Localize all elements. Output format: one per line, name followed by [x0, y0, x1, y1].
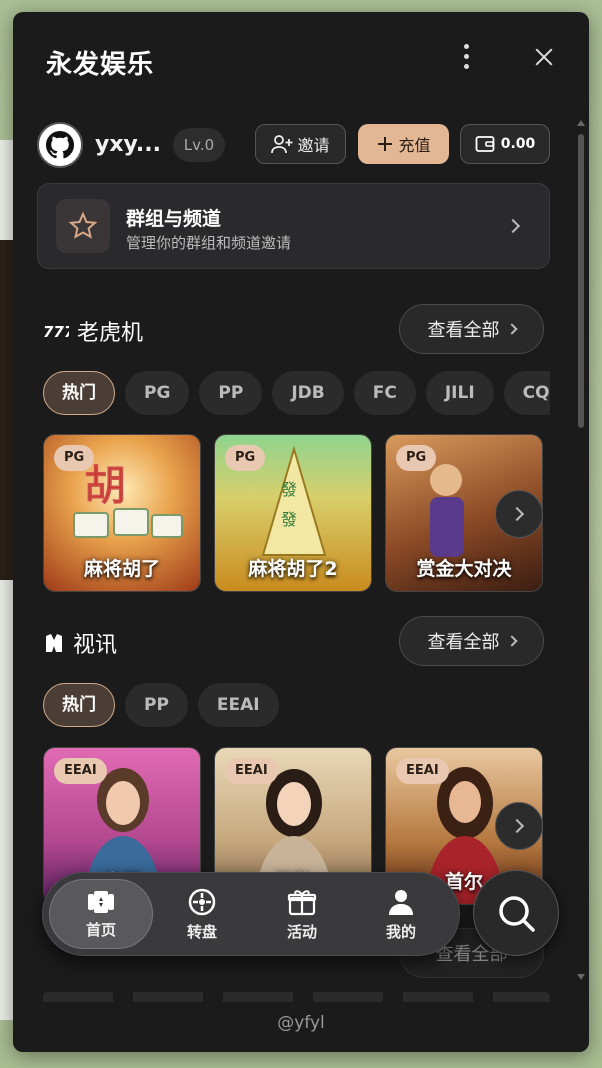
game-name: 赏金大对决 — [416, 558, 512, 580]
spin-wheel-icon — [188, 888, 216, 915]
more-dot-icon — [464, 54, 469, 59]
svg-text:發: 發 — [281, 510, 297, 529]
provider-tag: PG — [225, 445, 266, 471]
username: yxy... — [95, 132, 161, 157]
add-user-icon — [271, 135, 293, 154]
slot-777-icon: 777 — [43, 323, 69, 340]
slots-title: 老虎机 — [77, 321, 144, 346]
chevron-right-icon — [505, 635, 518, 647]
plus-icon — [378, 137, 393, 151]
game-card[interactable]: 發 發 PG 麻将胡了2 — [214, 434, 372, 592]
app-title: 永发娱乐 — [46, 50, 155, 80]
more-options-button[interactable] — [453, 42, 479, 72]
tab-eeai[interactable]: EEAI — [197, 683, 279, 727]
recharge-button[interactable]: 充值 — [358, 124, 449, 164]
chevron-right-icon — [505, 323, 518, 335]
search-icon — [499, 896, 535, 932]
panel-header: 永发娱乐 — [13, 12, 589, 107]
slots-games-row: 胡 PG 麻将胡了 發 發 PG 麻将胡了2 PG 赏金大对决 — [43, 434, 550, 592]
footer-handle: @yfyl — [13, 1002, 589, 1052]
nav-wheel[interactable]: 转盘 — [150, 879, 254, 949]
provider-tag: PG — [396, 445, 437, 471]
nav-wheel-label: 转盘 — [186, 922, 217, 941]
slots-view-all-button[interactable]: 查看全部 — [399, 304, 544, 354]
nav-events-label: 活动 — [286, 922, 317, 941]
avatar[interactable] — [37, 122, 83, 168]
nav-profile[interactable]: 我的 — [349, 879, 453, 949]
search-button[interactable] — [473, 870, 559, 956]
view-all-label: 查看全部 — [427, 632, 500, 653]
bottom-navigation: 首页 转盘 活动 我的 — [42, 872, 460, 956]
live-title: 视讯 — [73, 633, 118, 658]
nav-profile-label: 我的 — [385, 922, 416, 941]
gift-icon — [287, 889, 317, 915]
invite-button[interactable]: 邀请 — [255, 124, 346, 164]
chevron-right-icon — [505, 218, 521, 234]
tab-hot[interactable]: 热门 — [43, 371, 115, 415]
invite-label: 邀请 — [297, 136, 330, 155]
section3-tabs-partial — [43, 992, 550, 1002]
nav-home-label: 首页 — [85, 920, 116, 939]
svg-text:發: 發 — [281, 480, 297, 499]
tab-cq[interactable]: CQ — [503, 371, 550, 415]
recharge-label: 充值 — [398, 136, 431, 155]
provider-tag: PG — [54, 445, 95, 471]
wallet-button[interactable]: 0.00 — [460, 124, 550, 164]
provider-tag: EEAI — [225, 758, 278, 784]
tab-hot[interactable]: 热门 — [43, 683, 115, 727]
star-badge-icon — [56, 199, 110, 253]
tab-fc[interactable]: FC — [353, 371, 416, 415]
content-scroll-area[interactable]: yxy... Lv.0 邀请 充值 0.00 群组与频道 管理你的群组和频道邀请… — [13, 107, 589, 1002]
provider-tag: EEAI — [396, 758, 449, 784]
slots-scroll-right-button[interactable] — [495, 490, 543, 538]
live-section-title: 视讯 — [43, 627, 117, 659]
chevron-right-icon — [509, 818, 525, 834]
wallet-balance: 0.00 — [500, 136, 536, 152]
svg-text:777: 777 — [43, 323, 69, 340]
tab-pg[interactable]: PG — [125, 371, 190, 415]
scroll-down-arrow[interactable] — [577, 974, 585, 980]
tab-jili[interactable]: JILI — [425, 371, 494, 415]
live-provider-tabs: 热门 PP EEAI — [43, 683, 550, 729]
live-scroll-right-button[interactable] — [495, 802, 543, 850]
view-all-label: 查看全部 — [427, 320, 500, 341]
game-name: 麻将胡了 — [83, 558, 160, 580]
scroll-thumb[interactable] — [578, 134, 584, 428]
mini-app-panel: 永发娱乐 yxy... Lv.0 邀请 充值 0.00 群组与频道 管理你的群组… — [13, 12, 589, 1052]
chat-image-strip — [0, 240, 14, 580]
tab-pp[interactable]: PP — [125, 683, 188, 727]
wallet-icon — [475, 136, 495, 152]
scroll-up-arrow[interactable] — [577, 120, 585, 126]
level-badge: Lv.0 — [173, 128, 225, 162]
svg-text:胡: 胡 — [84, 461, 126, 510]
star-icon — [68, 211, 98, 239]
github-icon — [39, 124, 81, 166]
vertical-scrollbar[interactable] — [577, 120, 585, 980]
dealer-vest-icon — [46, 634, 62, 652]
profile-row: yxy... Lv.0 邀请 充值 0.00 — [37, 122, 567, 168]
chevron-right-icon — [509, 506, 525, 522]
nav-events[interactable]: 活动 — [250, 879, 354, 949]
more-dot-icon — [464, 64, 469, 69]
close-button[interactable] — [529, 42, 559, 72]
game-name: 麻将胡了2 — [248, 558, 338, 580]
slots-provider-tabs: 热门 PG PP JDB FC JILI CQ — [43, 371, 550, 417]
tab-jdb[interactable]: JDB — [272, 371, 344, 415]
groups-card-subtitle: 管理你的群组和频道邀请 — [126, 234, 292, 252]
nav-home[interactable]: 首页 — [49, 879, 153, 949]
live-view-all-button[interactable]: 查看全部 — [399, 616, 544, 666]
user-icon — [389, 889, 413, 915]
groups-channels-card[interactable]: 群组与频道 管理你的群组和频道邀请 — [37, 183, 550, 269]
groups-card-title: 群组与频道 — [126, 208, 222, 230]
game-card[interactable]: 胡 PG 麻将胡了 — [43, 434, 201, 592]
cards-icon — [88, 890, 114, 913]
slots-section-title: 777 老虎机 — [43, 315, 143, 347]
tab-pp[interactable]: PP — [199, 371, 263, 415]
more-dot-icon — [464, 44, 469, 49]
provider-tag: EEAI — [54, 758, 107, 784]
